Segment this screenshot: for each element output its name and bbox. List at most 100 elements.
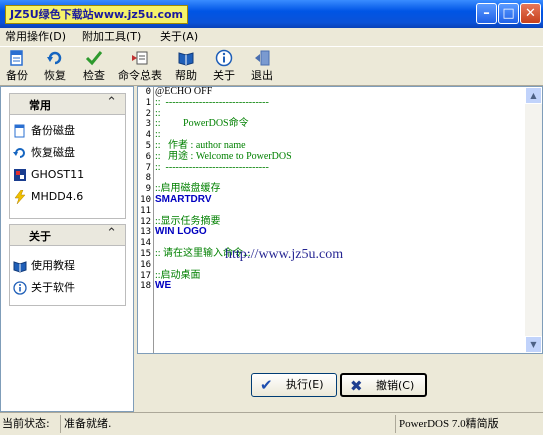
toolbar-command-list-button[interactable]: 命令总表: [115, 49, 165, 85]
code-line: ::启用磁盘缓存: [155, 183, 221, 195]
minimize-button[interactable]: –: [476, 3, 497, 24]
sidebar-item-label: 恢复磁盘: [31, 146, 75, 159]
app-window: JZ5U绿色下载站www.jz5u.com – □ ✕ 常用操作(D) 附加工具…: [0, 0, 543, 435]
restore-icon: [47, 51, 62, 65]
sidebar-item-restore-disk[interactable]: 恢复磁盘: [13, 144, 75, 162]
status-value: 准备就绪.: [64, 417, 112, 430]
sidebar-item-label: GHOST11: [31, 168, 85, 181]
version-label: PowerDOS 7.0精简版: [399, 418, 499, 430]
status-divider: [60, 415, 61, 433]
sidebar-group-common: 常用 ⌃ 备份磁盘 恢复磁盘 GHOST11 MHDD4.6: [9, 93, 126, 219]
line-number: 15: [140, 248, 151, 259]
menu-about[interactable]: 关于(A): [160, 29, 198, 45]
line-number: 5: [145, 140, 151, 151]
group-body-common: 备份磁盘 恢复磁盘 GHOST11 MHDD4.6: [9, 115, 126, 219]
toolbar-label: 关于: [213, 69, 235, 82]
line-number: 9: [145, 184, 151, 195]
backup-icon: [10, 50, 23, 66]
menu-extra-tools[interactable]: 附加工具(T): [82, 29, 141, 45]
sidebar-item-tutorial[interactable]: 使用教程: [13, 257, 75, 275]
watermark-text: http://www.jz5u.com: [225, 247, 344, 262]
execute-button[interactable]: ✔ 执行(E): [251, 373, 337, 397]
toolbar-restore-button[interactable]: 恢复: [40, 49, 70, 85]
line-number: 16: [140, 259, 151, 270]
group-body-about: 使用教程 关于软件: [9, 246, 126, 306]
exit-icon: [255, 50, 270, 66]
sidebar-item-label: 使用教程: [31, 259, 75, 272]
action-area: ✔ 执行(E) ✖ 撤销(C): [137, 354, 543, 412]
window-title: JZ5U绿色下载站www.jz5u.com: [5, 5, 188, 24]
group-title: 常用: [29, 99, 51, 112]
line-number: 0: [145, 87, 151, 97]
cancel-label: 撤销(C): [376, 379, 415, 392]
toolbar-about-button[interactable]: 关于: [210, 49, 238, 85]
backup-disk-icon: [14, 124, 25, 138]
line-number: 7: [145, 162, 151, 173]
code-line: WE: [155, 280, 172, 292]
collapse-chevron-icon[interactable]: ⌃: [106, 95, 117, 110]
sidebar: 常用 ⌃ 备份磁盘 恢复磁盘 GHOST11 MHDD4.6 关于 ⌃ 使用教程…: [0, 86, 134, 412]
line-number: 3: [145, 119, 151, 130]
status-bar: 当前状态: 准备就绪. PowerDOS 7.0精简版: [0, 412, 543, 435]
code-editor[interactable]: 0 1 2 3 4 5 6 7 8 9 10 11 12 13 14 15 16 17 18 @ECHO OFF::…: [137, 86, 543, 354]
info-icon: [215, 49, 233, 67]
line-number: 4: [145, 130, 151, 141]
cancel-button[interactable]: ✖ 撤销(C): [340, 373, 427, 397]
line-number: 6: [145, 151, 151, 162]
group-header-common[interactable]: 常用 ⌃: [9, 93, 126, 115]
line-number: 10: [140, 194, 151, 205]
gutter-divider: [153, 87, 154, 353]
code-line: ::显示任务摘要: [155, 215, 221, 227]
toolbar-exit-button[interactable]: 退出: [248, 49, 276, 85]
line-number: 1: [145, 97, 151, 108]
scroll-up-arrow-icon[interactable]: ▲: [525, 87, 542, 104]
ghost-icon: [14, 169, 26, 181]
line-number: 8: [145, 173, 151, 184]
sidebar-item-backup-disk[interactable]: 备份磁盘: [13, 122, 75, 140]
restore-disk-icon: [13, 148, 25, 158]
toolbar-label: 退出: [251, 69, 273, 82]
code-line: :: -------------------------------: [155, 161, 269, 173]
group-header-about[interactable]: 关于 ⌃: [9, 224, 126, 246]
sidebar-item-label: 关于软件: [31, 281, 75, 294]
toolbar-label: 命令总表: [118, 69, 162, 82]
status-divider: [395, 415, 396, 433]
toolbar-check-button[interactable]: 检查: [80, 49, 108, 85]
menu-common-ops[interactable]: 常用操作(D): [5, 29, 66, 45]
sidebar-item-label: 备份磁盘: [31, 124, 75, 137]
code-line: :: PowerDOS命令: [155, 118, 249, 130]
sidebar-item-ghost[interactable]: GHOST11: [13, 166, 84, 184]
maximize-button[interactable]: □: [498, 3, 519, 24]
toolbar-label: 检查: [83, 69, 105, 82]
code-line: :: 用途 : Welcome to PowerDOS: [155, 150, 292, 162]
group-title: 关于: [29, 230, 51, 243]
line-number: 14: [140, 238, 151, 249]
line-number: 12: [140, 216, 151, 227]
about-info-icon: [13, 281, 27, 295]
sidebar-item-about-software[interactable]: 关于软件: [13, 279, 75, 297]
check-icon: [85, 51, 103, 66]
line-number: 11: [140, 205, 151, 216]
sidebar-item-label: MHDD4.6: [31, 190, 84, 203]
help-book-icon: [178, 52, 194, 66]
title-bar[interactable]: JZ5U绿色下载站www.jz5u.com – □ ✕: [0, 0, 543, 28]
cancel-x-icon: ✖: [350, 377, 363, 395]
line-number-gutter: 0 1 2 3 4 5 6 7 8 9 10 11 12 13 14 15 16 17 18: [138, 87, 152, 353]
line-number: 13: [140, 227, 151, 238]
toolbar-backup-button[interactable]: 备份: [4, 49, 30, 85]
code-line: ::启动桌面: [155, 269, 201, 281]
line-number: 2: [145, 108, 151, 119]
close-button[interactable]: ✕: [520, 3, 541, 24]
sidebar-group-about: 关于 ⌃ 使用教程 关于软件: [9, 224, 126, 306]
vertical-scrollbar[interactable]: ▲ ▼: [525, 87, 542, 353]
execute-label: 执行(E): [286, 378, 324, 391]
sidebar-item-mhdd[interactable]: MHDD4.6: [13, 188, 83, 206]
lightning-icon: [14, 190, 26, 204]
scroll-down-arrow-icon[interactable]: ▼: [525, 336, 542, 353]
collapse-chevron-icon[interactable]: ⌃: [106, 226, 117, 241]
code-area[interactable]: @ECHO OFF:: ----------------------------…: [155, 86, 541, 292]
line-number: 17: [140, 270, 151, 281]
toolbar-help-button[interactable]: 帮助: [172, 49, 200, 85]
